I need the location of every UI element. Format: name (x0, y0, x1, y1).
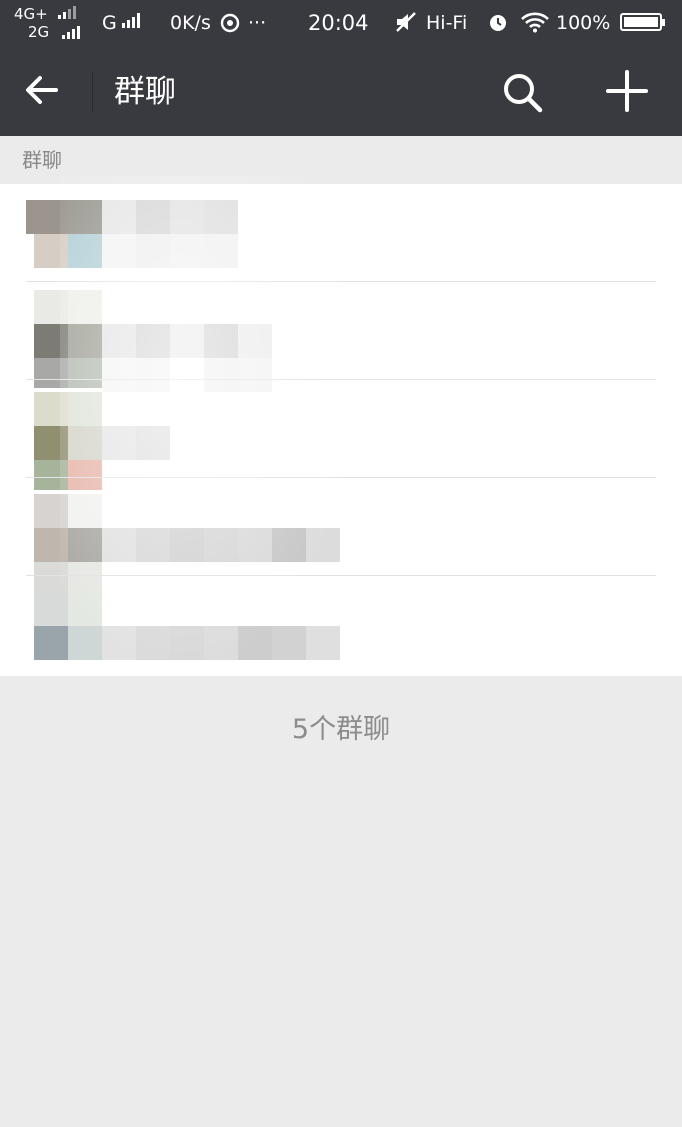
group-avatar (26, 494, 102, 592)
signal-icon (122, 13, 140, 28)
network-indicator: 4G+ 2G (14, 5, 49, 41)
back-button[interactable] (22, 70, 70, 114)
title-bar: 群聊 (0, 46, 682, 136)
group-item[interactable] (0, 478, 682, 592)
search-button[interactable] (500, 70, 546, 114)
signal-icon (58, 6, 76, 19)
group-item[interactable] (0, 282, 682, 392)
network-4g-label: 4G+ (14, 5, 48, 23)
more-notifications: ··· (248, 12, 267, 34)
page-title: 群聊 (114, 74, 176, 110)
status-bar: 4G+ 2G G 0K/s ··· 20:04 Hi-Fi 100% (0, 0, 682, 46)
alarm-icon (486, 11, 510, 39)
clock: 20:04 (308, 11, 369, 35)
group-count: 5个群聊 (291, 714, 391, 745)
battery-percent: 100% (556, 12, 611, 34)
search-icon (504, 74, 543, 113)
wifi-icon (520, 11, 550, 39)
arrow-left-icon (26, 76, 58, 104)
group-item[interactable] (0, 184, 682, 282)
mute-icon (394, 11, 418, 39)
hifi-label: Hi-Fi (426, 12, 468, 34)
signal-icon (62, 26, 80, 39)
group-item[interactable] (0, 380, 682, 490)
section-header: 群聊 (22, 148, 62, 172)
network-2g-label: 2G (28, 23, 50, 41)
plus-icon (606, 70, 648, 112)
group-avatar (26, 392, 102, 490)
group-item[interactable] (0, 576, 682, 676)
group-list (0, 184, 682, 676)
group-avatar (26, 200, 102, 270)
group-avatar (26, 290, 102, 388)
group-avatar (26, 592, 102, 662)
network-g-label: G (102, 12, 117, 34)
network-speed: 0K/s (170, 12, 211, 34)
title-divider (92, 72, 93, 112)
battery-icon (620, 13, 665, 31)
netease-icon (220, 11, 240, 39)
add-button[interactable] (604, 68, 652, 116)
